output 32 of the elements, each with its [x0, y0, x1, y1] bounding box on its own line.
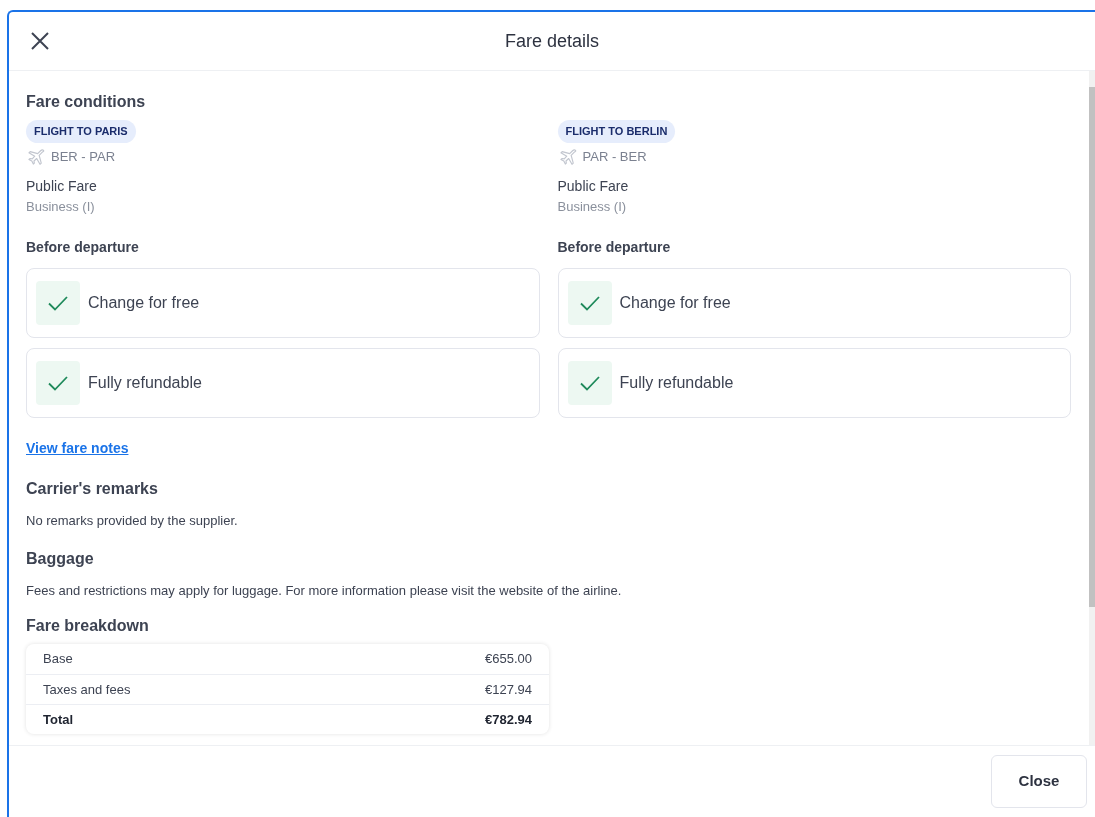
- condition-label: Fully refundable: [619, 373, 734, 393]
- breakdown-label: Total: [43, 710, 74, 729]
- breakdown-amount: €127.94: [485, 680, 532, 699]
- baggage-text: Fees and restrictions may apply for luggage. For more information please visit the website of the airline.: [26, 581, 623, 600]
- airplane-icon: [557, 146, 578, 167]
- route-text: BER - PAR: [51, 147, 116, 166]
- flight-tag: FLIGHT TO PARIS: [26, 120, 136, 143]
- breakdown-label: Taxes and fees: [43, 680, 131, 699]
- subsection-heading: Before departure: [557, 238, 672, 257]
- fare-type: Public Fare: [26, 176, 98, 196]
- flight-tag: FLIGHT TO BERLIN: [557, 120, 676, 143]
- cabin-class: Business (I): [26, 197, 96, 216]
- condition-label: Fully refundable: [88, 373, 202, 393]
- breakdown-label: Base: [43, 650, 73, 669]
- remarks-text: No remarks provided by the supplier.: [26, 512, 239, 530]
- route-text: PAR - BER: [582, 147, 647, 166]
- fare-type: Public Fare: [557, 176, 630, 196]
- close-button[interactable]: Close: [991, 755, 1087, 808]
- dialog-title: Fare details: [505, 29, 599, 53]
- condition-label: Change for free: [88, 293, 200, 313]
- condition-label: Change for free: [619, 293, 731, 313]
- section-heading: Baggage: [26, 548, 95, 569]
- section-heading: Fare breakdown: [26, 616, 150, 636]
- cabin-class: Business (I): [557, 197, 628, 216]
- section-heading: Fare conditions: [26, 92, 147, 112]
- section-heading: Carrier's remarks: [26, 479, 159, 499]
- fare-notes-link[interactable]: View fare notes: [26, 438, 129, 459]
- scrollbar-thumb[interactable]: [1089, 87, 1095, 607]
- breakdown-amount: €782.94: [485, 710, 532, 729]
- subsection-heading: Before departure: [26, 238, 140, 257]
- breakdown-amount: €655.00: [485, 650, 532, 669]
- airplane-icon: [26, 146, 46, 167]
